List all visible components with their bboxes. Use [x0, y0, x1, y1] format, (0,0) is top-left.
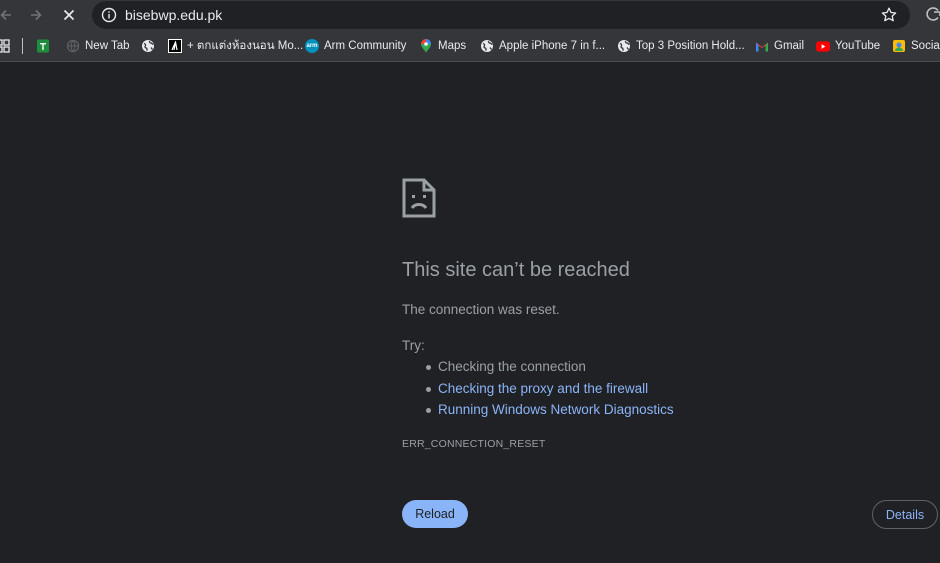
- bookmark-star-icon[interactable]: [880, 6, 898, 24]
- browser-toolbar: bisebwp.edu.pk: [0, 0, 940, 30]
- bookmarks-bar: New Tab + ตกแต่งห้องนอน Mo... arm Arm Co…: [0, 30, 940, 62]
- bookmark-gmail[interactable]: Gmail: [755, 37, 804, 55]
- suggestion-check-connection: Checking the connection: [420, 356, 674, 378]
- close-icon: [63, 9, 75, 21]
- sheets-icon: [37, 39, 49, 53]
- bookmark-maps[interactable]: Maps: [419, 37, 466, 55]
- back-arrow-icon: [0, 9, 11, 21]
- bookmark-social[interactable]: Social: [892, 37, 940, 55]
- check-proxy-link[interactable]: Checking the proxy and the firewall: [438, 381, 648, 396]
- suggestions-list: Checking the connection Checking the pro…: [420, 356, 674, 421]
- suggestion-check-proxy-firewall[interactable]: Checking the proxy and the firewall: [420, 378, 674, 400]
- newtab-icon: [66, 39, 80, 53]
- globe-icon: [481, 40, 493, 52]
- globe-icon: [618, 40, 630, 52]
- extension-icon[interactable]: [924, 5, 940, 23]
- maps-pin-icon: [421, 39, 431, 53]
- error-page: This site can’t be reached The connectio…: [0, 63, 940, 563]
- site-info-icon[interactable]: [100, 6, 118, 24]
- error-subtitle: The connection was reset.: [402, 302, 560, 317]
- gmail-icon: [756, 42, 768, 51]
- reload-button[interactable]: Reload: [402, 500, 468, 528]
- address-bar[interactable]: bisebwp.edu.pk: [92, 1, 910, 29]
- details-button[interactable]: Details: [872, 500, 938, 529]
- bookmark-globe[interactable]: [141, 37, 160, 55]
- globe-icon: [142, 40, 154, 52]
- network-diagnostics-link[interactable]: Running Windows Network Diagnostics: [438, 402, 674, 417]
- bookmark-bedroom-deco[interactable]: + ตกแต่งห้องนอน Mo...: [168, 37, 303, 55]
- youtube-icon: [816, 40, 830, 52]
- bookmark-arm-community[interactable]: arm Arm Community: [305, 37, 406, 55]
- bookmark-top-3-position[interactable]: Top 3 Position Hold...: [617, 37, 745, 55]
- bookmarks-separator: [22, 38, 23, 54]
- bookmark-a-icon: [171, 41, 178, 51]
- bookmark-sheets[interactable]: [36, 37, 50, 55]
- apps-button[interactable]: [0, 37, 10, 55]
- forward-arrow-icon: [31, 9, 42, 21]
- error-code: ERR_CONNECTION_RESET: [402, 438, 546, 450]
- bookmark-new-tab[interactable]: New Tab: [66, 37, 130, 55]
- arm-icon: arm: [305, 39, 319, 53]
- bookmark-apple-iphone[interactable]: Apple iPhone 7 in f...: [480, 37, 605, 55]
- bookmark-youtube[interactable]: YouTube: [816, 37, 880, 55]
- back-button[interactable]: [0, 3, 18, 27]
- stop-loading-button[interactable]: [57, 3, 81, 27]
- sad-page-icon: [402, 178, 436, 218]
- try-label: Try:: [402, 338, 425, 353]
- error-title: This site can’t be reached: [402, 259, 630, 281]
- suggestion-network-diagnostics[interactable]: Running Windows Network Diagnostics: [420, 399, 674, 421]
- apps-grid-icon: [0, 39, 10, 53]
- url-text[interactable]: bisebwp.edu.pk: [125, 7, 222, 23]
- forward-button[interactable]: [24, 3, 48, 27]
- social-icon: [893, 40, 905, 52]
